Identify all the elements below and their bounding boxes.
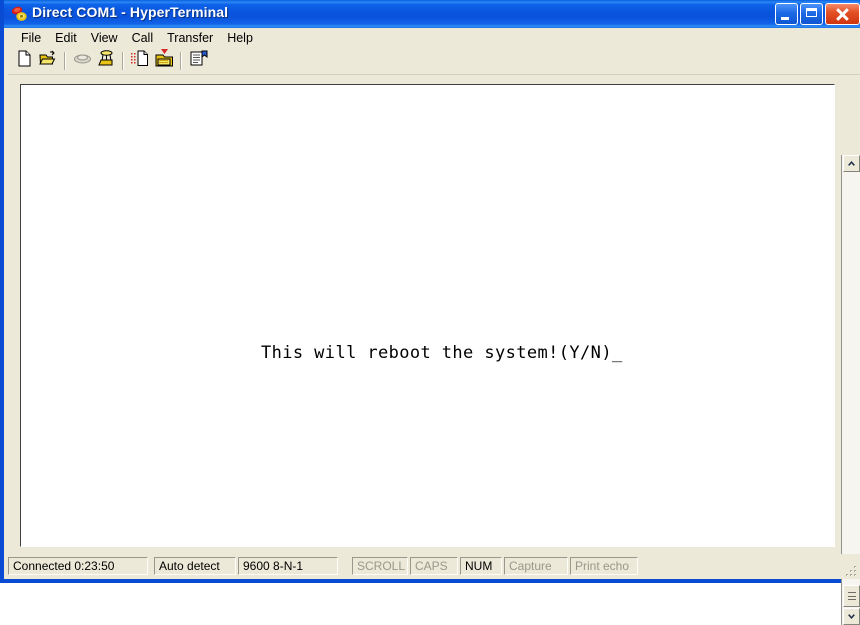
disconnect-button[interactable] — [94, 50, 118, 73]
scroll-down-button[interactable] — [843, 608, 860, 625]
status-caps-lock: CAPS — [410, 557, 458, 575]
resize-grip-icon[interactable] — [844, 564, 858, 578]
chevron-down-icon — [848, 614, 855, 619]
terminal-output-text: This will reboot the system!(Y/N)_ — [261, 343, 623, 363]
receive-file-button[interactable] — [152, 49, 176, 73]
new-connection-button[interactable] — [12, 50, 36, 73]
terminal-frame: This will reboot the system!(Y/N)_ — [20, 84, 835, 547]
scrollbar-grip-icon — [847, 592, 856, 600]
toolbar-separator-1 — [64, 52, 66, 70]
folder-open-icon — [38, 50, 58, 72]
properties-button[interactable] — [186, 50, 210, 73]
menu-item-view[interactable]: View — [84, 29, 125, 48]
scrollbar-track[interactable] — [843, 172, 860, 608]
scroll-up-button[interactable] — [843, 155, 860, 172]
terminal-screen[interactable]: This will reboot the system!(Y/N)_ — [21, 85, 834, 546]
client-area: This will reboot the system!(Y/N)_ — [8, 75, 860, 625]
scrollbar-thumb[interactable] — [843, 585, 860, 607]
window-controls — [775, 3, 860, 25]
menu-item-transfer[interactable]: Transfer — [160, 29, 220, 48]
phone-hangup-icon — [97, 49, 116, 73]
page-icon — [16, 50, 33, 72]
receive-file-icon — [155, 49, 174, 73]
title-bar[interactable]: Direct COM1 - HyperTerminal — [4, 0, 860, 28]
properties-icon — [189, 50, 208, 72]
toolbar — [8, 48, 860, 75]
menu-bar: File Edit View Call Transfer Help — [8, 28, 860, 48]
call-button[interactable] — [70, 50, 94, 73]
toolbar-separator-3 — [180, 52, 182, 70]
chevron-up-icon — [848, 161, 855, 166]
menu-item-help[interactable]: Help — [220, 29, 260, 48]
status-port-settings: 9600 8-N-1 — [238, 557, 338, 575]
maximize-icon — [806, 8, 817, 17]
window-title: Direct COM1 - HyperTerminal — [32, 4, 229, 20]
status-capture: Capture — [504, 557, 568, 575]
send-file-button[interactable] — [128, 50, 152, 73]
status-print-echo: Print echo — [570, 557, 638, 575]
hyperterminal-window: Direct COM1 - HyperTerminal File Edit Vi… — [0, 0, 860, 625]
status-bar: Connected 0:23:50 Auto detect 9600 8-N-1… — [8, 554, 860, 579]
status-scroll-lock: SCROLL — [352, 557, 408, 575]
close-button[interactable] — [825, 3, 860, 25]
menu-item-file[interactable]: File — [14, 29, 48, 48]
modem-phone-icon — [10, 5, 28, 23]
toolbar-separator-2 — [122, 52, 124, 70]
phone-icon — [73, 51, 92, 71]
status-num-lock: NUM — [460, 557, 502, 575]
minimize-button[interactable] — [775, 3, 798, 25]
status-detect-mode: Auto detect — [154, 557, 236, 575]
send-file-icon — [130, 50, 150, 72]
menu-item-call[interactable]: Call — [125, 29, 161, 48]
maximize-button[interactable] — [800, 3, 823, 25]
open-connection-button[interactable] — [36, 50, 60, 73]
menu-item-edit[interactable]: Edit — [48, 29, 84, 48]
status-connection: Connected 0:23:50 — [8, 557, 148, 575]
minimize-icon — [781, 17, 789, 20]
